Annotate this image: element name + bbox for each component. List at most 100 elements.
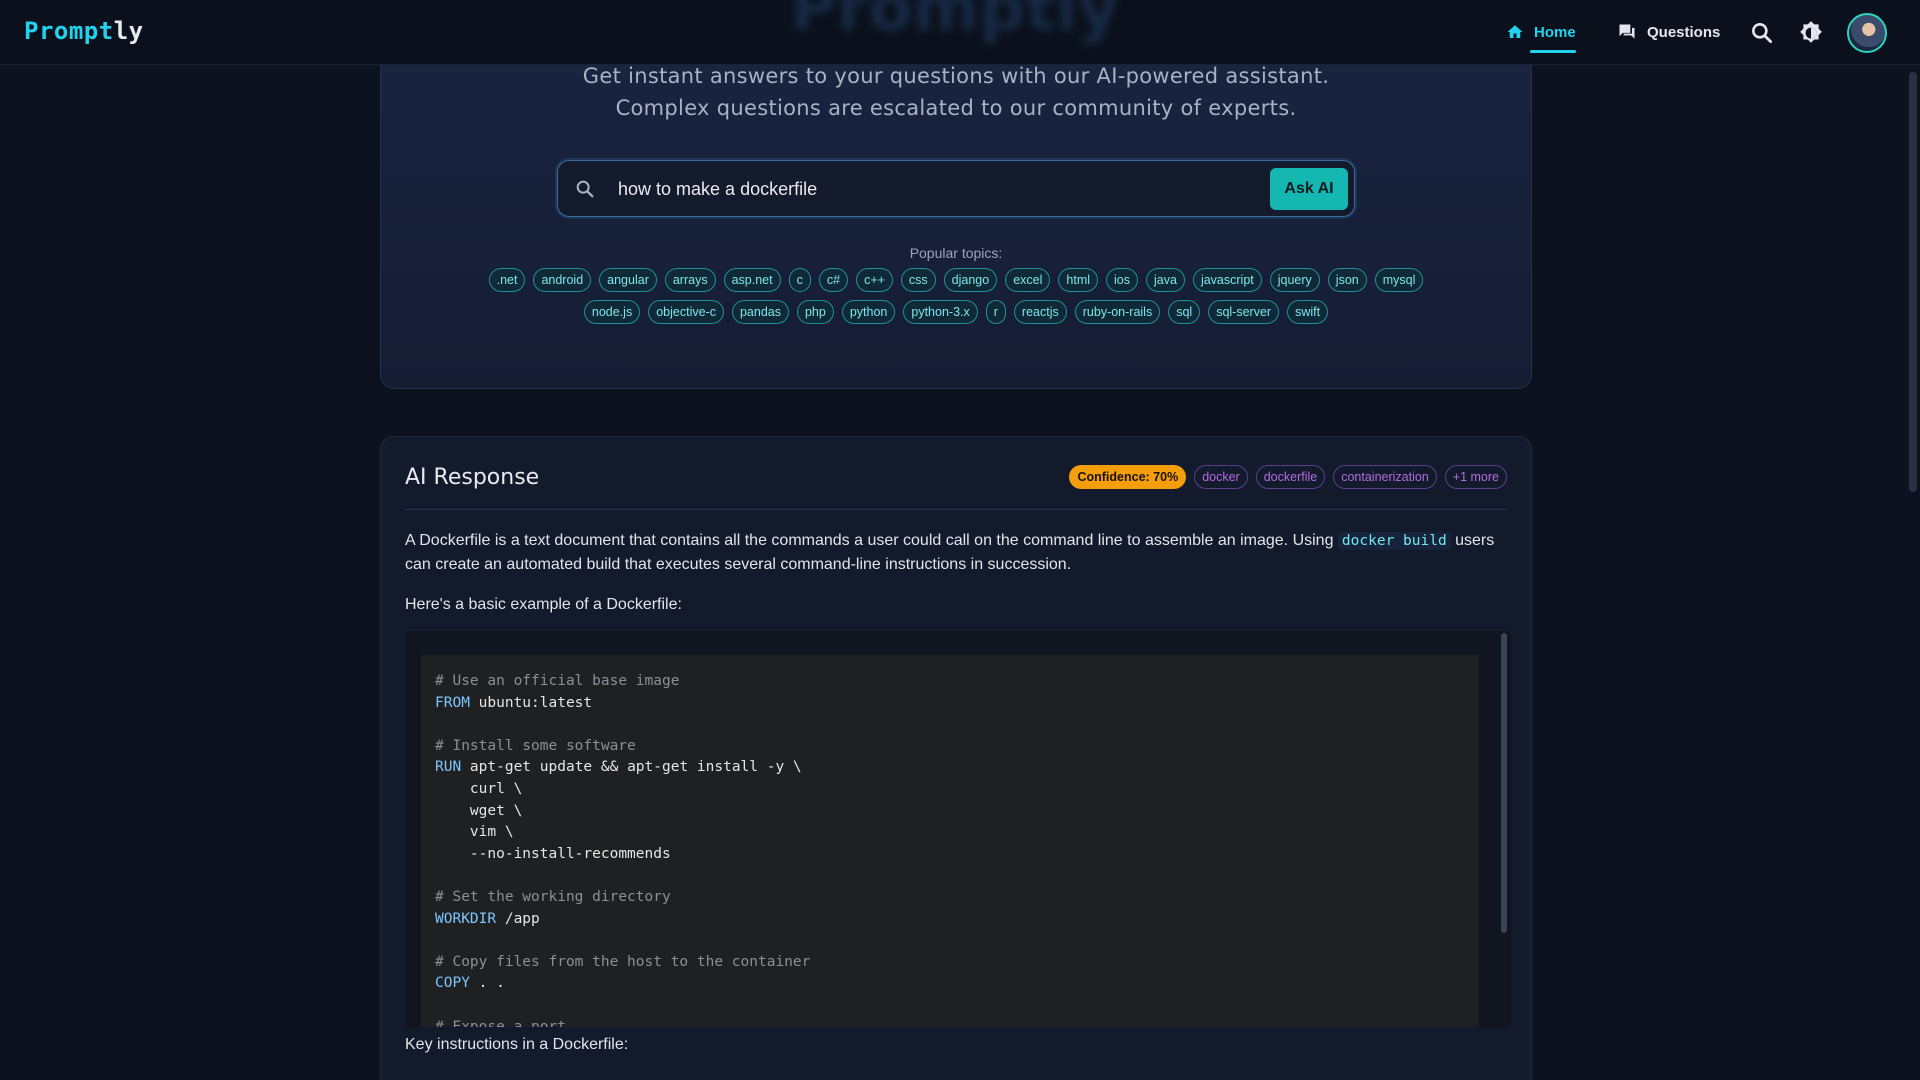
home-icon [1507, 25, 1523, 38]
hero-subtitle-line2: Complex questions are escalated to our c… [615, 96, 1297, 120]
code-line: FROM ubuntu:latest [435, 693, 1465, 715]
topic-tag[interactable]: css [900, 268, 936, 292]
code-text: # Install some software [435, 737, 636, 754]
topic-tag[interactable]: python [841, 300, 896, 324]
code-text: . . [469, 975, 505, 992]
code-keyword: FROM [435, 694, 470, 711]
popular-topics-label: Popular topics: [909, 245, 1003, 261]
topic-tag[interactable]: json [1327, 268, 1367, 292]
topic-tag[interactable]: javascript [1192, 268, 1262, 292]
code-line: # Set the working directory [435, 887, 1465, 909]
hero-subtitle-line1: Get instant answers to your questions wi… [582, 64, 1330, 88]
code-line: wget \ [435, 801, 1465, 823]
topic-tag[interactable]: sql [1168, 300, 1201, 324]
intro-text-1: A Dockerfile is a text document that con… [405, 532, 1338, 549]
topic-tag[interactable]: php [796, 300, 834, 324]
code-text: curl \ [435, 780, 523, 797]
code-text: # Copy files from the host to the contai… [435, 953, 811, 970]
topic-tag[interactable]: swift [1287, 300, 1329, 324]
topic-tag[interactable]: c [788, 268, 811, 292]
code-line: RUN apt-get update && apt-get install -y… [435, 757, 1465, 779]
topic-tag[interactable]: jquery [1269, 268, 1320, 292]
code-line: # Install some software [435, 736, 1465, 758]
logo-text-primary: Prompt [24, 17, 114, 45]
topic-badge[interactable]: docker [1194, 465, 1248, 489]
search-input[interactable] [618, 171, 1258, 207]
topic-tag[interactable]: excel [1005, 268, 1051, 292]
search-icon [576, 180, 594, 198]
key-instructions-heading: Key instructions in a Dockerfile: [405, 1036, 629, 1053]
search-icon[interactable] [1749, 20, 1775, 46]
code-line: WORKDIR /app [435, 909, 1465, 931]
popular-topics-row-1: .net android angular arrays asp.net c c# c++ css… [381, 268, 1531, 292]
code-text: --no-install-recommends [435, 845, 671, 862]
code-keyword: WORKDIR [435, 910, 497, 927]
code-keyword: COPY [435, 975, 470, 992]
code-line: COPY . . [435, 973, 1465, 995]
ask-ai-button[interactable]: Ask AI [1270, 168, 1348, 210]
nav-home[interactable]: Home [1506, 0, 1576, 65]
user-avatar[interactable] [1847, 13, 1887, 53]
code-block-container[interactable]: # Use an official base image FROM ubuntu:… [405, 631, 1511, 1027]
intro-paragraph: A Dockerfile is a text document that con… [405, 529, 1505, 577]
code-scrollbar[interactable] [1501, 633, 1507, 933]
page-scrollbar-thumb[interactable] [1909, 72, 1917, 492]
search-box: Ask AI [557, 160, 1355, 217]
divider [405, 509, 1507, 510]
topic-badge[interactable]: +1 more [1444, 465, 1507, 489]
nav-questions[interactable]: Questions [1617, 0, 1720, 65]
topic-tag[interactable]: ios [1106, 268, 1139, 292]
ai-response-card: AI Response Confidence: 70% docker docker… [380, 436, 1532, 1080]
nav-questions-label: Questions [1647, 23, 1721, 41]
code-line: curl \ [435, 779, 1465, 801]
topic-badge[interactable]: dockerfile [1255, 465, 1326, 489]
topic-tag[interactable]: .net [488, 268, 526, 292]
code-line: vim \ [435, 822, 1465, 844]
code-text: vim \ [435, 824, 514, 841]
brightness-toggle-icon[interactable] [1798, 20, 1824, 46]
topic-tag[interactable]: node.js [583, 300, 641, 324]
top-navbar: Promptly Home Questions [0, 0, 1920, 65]
topic-tag[interactable]: reactjs [1013, 300, 1067, 324]
topic-tag[interactable]: java [1146, 268, 1185, 292]
topic-tag[interactable]: r [985, 300, 1006, 324]
search-card: Get instant answers to your questions wi… [380, 40, 1532, 389]
topic-tag[interactable]: arrays [664, 268, 716, 292]
app-logo[interactable]: Promptly [24, 17, 144, 45]
topic-tag[interactable]: asp.net [723, 268, 781, 292]
topic-tag[interactable]: mysql [1374, 268, 1424, 292]
code-text: ubuntu:latest [469, 694, 593, 711]
ai-response-title: AI Response [405, 465, 540, 490]
code-text: wget \ [435, 802, 523, 819]
topic-tag[interactable]: html [1058, 268, 1099, 292]
topic-tag[interactable]: pandas [731, 300, 789, 324]
topic-badges: docker dockerfile containerization +1 more [1194, 465, 1507, 489]
code-line: # Expose a port [435, 1017, 1465, 1028]
topic-tag[interactable]: angular [599, 268, 657, 292]
topic-tag[interactable]: ruby-on-rails [1074, 300, 1161, 324]
logo-text-secondary: ly [113, 17, 144, 45]
code-text: # Set the working directory [435, 888, 671, 905]
nav-home-label: Home [1534, 23, 1576, 41]
inline-code: docker build [1337, 532, 1451, 550]
topic-tag[interactable]: android [533, 268, 592, 292]
topic-badge[interactable]: containerization [1333, 465, 1437, 489]
topic-tag[interactable]: django [943, 268, 998, 292]
forum-icon [1619, 24, 1635, 39]
code-line: # Copy files from the host to the contai… [435, 952, 1465, 974]
code-text: # Use an official base image [435, 673, 680, 689]
confidence-badge: Confidence: 70% [1069, 465, 1187, 489]
topic-tag[interactable]: sql-server [1208, 300, 1280, 324]
code-line: --no-install-recommends [435, 844, 1465, 866]
topic-tag[interactable]: python-3.x [903, 300, 978, 324]
code-block: # Use an official base image FROM ubuntu:… [421, 655, 1479, 1027]
code-text: apt-get update && apt-get install -y \ [461, 759, 802, 776]
code-text: # Expose a port [435, 1018, 566, 1028]
topic-tag[interactable]: c++ [856, 268, 893, 292]
topic-tag[interactable]: c# [818, 268, 849, 292]
topic-tag[interactable]: objective-c [648, 300, 724, 324]
